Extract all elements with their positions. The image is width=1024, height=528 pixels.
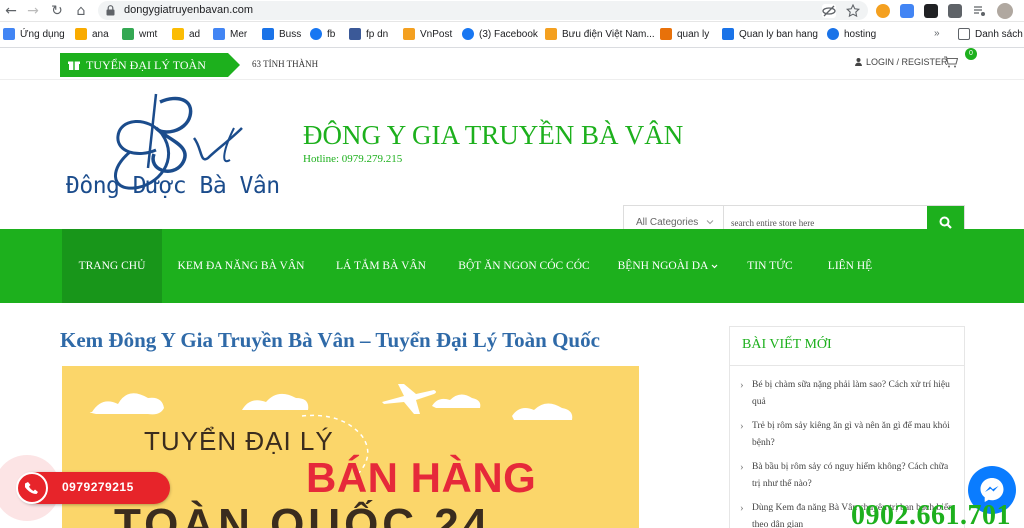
phone-icon[interactable]	[16, 472, 48, 504]
recent-posts-widget: BÀI VIẾT MỚI Bé bị chàm sữa nặng phải là…	[729, 326, 965, 528]
facebook-icon	[310, 28, 322, 40]
site-topbar: TUYỂN ĐẠI LÝ TOÀN QUỐC 63 TỈNH THÀNH LOG…	[0, 48, 1024, 96]
facebook-icon	[462, 28, 474, 40]
search-icon	[939, 216, 952, 229]
recent-post-link[interactable]: Bé bị chàm sữa nặng phải làm sao? Cách x…	[738, 377, 956, 411]
url-field[interactable]: dongygiatruyenbavan.com	[98, 1, 868, 20]
divider	[730, 365, 964, 366]
bookmarks-bar: Ứng dụng ana wmt ad Mer Buss fb fp dn Vn…	[0, 22, 1024, 48]
bookmark-item[interactable]: Quan ly ban hang	[722, 28, 818, 40]
bookmark-item[interactable]: ad	[172, 28, 200, 40]
widget-title: BÀI VIẾT MỚI	[742, 337, 832, 352]
nav-item-bot-an-ngon[interactable]: BỘT ĂN NGON CÓC CÓC	[450, 229, 598, 303]
bookmark-item[interactable]: hosting	[827, 28, 876, 40]
bookmark-item[interactable]: Bưu điện Việt Nam...	[545, 28, 655, 40]
chevron-down-icon	[706, 220, 714, 225]
vnpost-icon	[545, 28, 557, 40]
back-icon[interactable]: ←	[2, 2, 20, 20]
bookmark-item[interactable]: quan ly	[660, 28, 709, 40]
header-hotline: Hotline: 0979.279.215	[303, 153, 403, 165]
more-bookmarks-icon[interactable]: »	[934, 28, 940, 39]
bookmark-item[interactable]: Ứng dụng	[3, 28, 65, 40]
call-number[interactable]: 0979279215	[62, 480, 134, 494]
nav-item-home[interactable]: TRANG CHỦ	[62, 229, 162, 303]
bookmark-item[interactable]: fb	[310, 28, 335, 40]
business-icon	[262, 28, 274, 40]
url-text: dongygiatruyenbavan.com	[124, 4, 254, 16]
post-title[interactable]: Kem Đông Y Gia Truyền Bà Vân – Tuyển Đại…	[60, 328, 600, 353]
logo-text: Đông Dược Bà Vân	[66, 173, 280, 199]
reading-list-icon	[958, 28, 970, 40]
banner-line-1: TUYỂN ĐẠI LÝ	[144, 426, 334, 456]
bookmark-item[interactable]: ana	[75, 28, 109, 40]
banner-line-2: BÁN HÀNG	[306, 454, 537, 501]
nav-item-tin-tuc[interactable]: TIN TỨC	[736, 229, 804, 303]
main-nav: TRANG CHỦ KEM ĐA NĂNG BÀ VÂN LÁ TẮM BÀ V…	[0, 229, 1024, 303]
reload-icon[interactable]: ↻	[48, 2, 66, 20]
recent-post-link[interactable]: Bà bầu bị rôm sảy có nguy hiểm không? Cá…	[738, 459, 956, 493]
bookmark-item[interactable]: Mer	[213, 28, 247, 40]
site-title[interactable]: ĐÔNG Y GIA TRUYỀN BÀ VÂN	[303, 120, 683, 151]
browser-address-bar: ← → ↻ ⌂ dongygiatruyenbavan.com	[0, 0, 1024, 22]
merchant-icon	[213, 28, 225, 40]
floating-hotline[interactable]: 0902.661.701	[851, 500, 1011, 528]
avatar[interactable]	[997, 3, 1013, 19]
webmaster-icon	[122, 28, 134, 40]
bookmark-item[interactable]: Danh sách đ	[958, 28, 1024, 40]
forward-icon[interactable]: →	[24, 2, 42, 20]
bookmark-item[interactable]: wmt	[122, 28, 157, 40]
manage-icon	[660, 28, 672, 40]
star-icon[interactable]	[845, 3, 861, 18]
nav-item-la-tam[interactable]: LÁ TẮM BÀ VÂN	[326, 229, 436, 303]
apps-icon	[3, 28, 15, 40]
nav-item-benh-ngoai-da[interactable]: BỆNH NGOÀI DA	[612, 229, 724, 303]
cart-count-badge: 0	[965, 48, 977, 60]
bookmark-item[interactable]: (3) Facebook	[462, 28, 538, 40]
extension-icon[interactable]	[924, 4, 938, 18]
cart-icon[interactable]	[944, 56, 958, 68]
provinces-text: 63 TỈNH THÀNH	[252, 59, 319, 69]
ads-icon	[172, 28, 184, 40]
facebook-page-icon	[349, 28, 361, 40]
banner-line-3: TOÀN QUỐC 24	[114, 500, 492, 528]
chevron-down-icon	[711, 264, 718, 269]
extension-icon[interactable]	[900, 4, 914, 18]
recent-post-link[interactable]: Trẻ bị rôm sảy kiêng ăn gì và nên ăn gì …	[738, 418, 956, 452]
media-icon[interactable]	[972, 4, 986, 18]
bookmark-item[interactable]: VnPost	[403, 28, 452, 40]
bookmark-item[interactable]: fp dn	[349, 28, 388, 40]
hosting-icon	[827, 28, 839, 40]
puzzle-icon[interactable]	[948, 4, 962, 18]
gift-icon	[68, 61, 80, 70]
vnpost-icon	[403, 28, 415, 40]
nav-item-lien-he[interactable]: LIÊN HỆ	[818, 229, 882, 303]
login-register-link[interactable]: LOGIN / REGISTER	[855, 57, 948, 67]
lock-icon	[106, 5, 115, 16]
home-icon[interactable]: ⌂	[72, 2, 90, 20]
analytics-icon	[75, 28, 87, 40]
incognito-icon[interactable]	[822, 4, 836, 18]
nav-item-kem-da-nang[interactable]: KEM ĐA NĂNG BÀ VÂN	[168, 229, 314, 303]
extension-icon[interactable]	[876, 4, 890, 18]
user-icon	[855, 58, 862, 66]
agent-recruit-badge[interactable]: TUYỂN ĐẠI LÝ TOÀN QUỐC	[60, 53, 240, 96]
sales-icon	[722, 28, 734, 40]
bookmark-item[interactable]: Buss	[262, 28, 301, 40]
